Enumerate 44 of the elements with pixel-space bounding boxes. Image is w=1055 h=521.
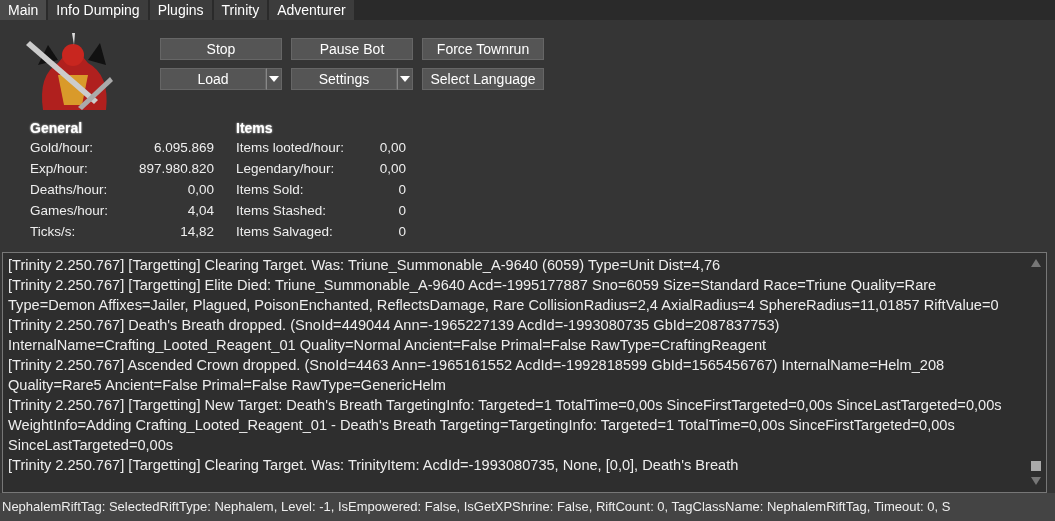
stat-value: 897.980.820 xyxy=(137,161,214,176)
action-button[interactable]: Stop xyxy=(160,38,282,60)
stat-value: 0,00 xyxy=(378,140,406,155)
action-button[interactable]: Pause Bot xyxy=(291,38,413,60)
tab[interactable]: Info Dumping xyxy=(48,0,148,20)
status-bar: NephalemRiftTag: SelectedRiftType: Nephalem, Level: -1, IsEmpowered: False, IsGetXPShrine: False, RiftCount: 0, TagClassName: NephalemRiftTag, Timeout: 0, S xyxy=(0,493,1055,521)
log-entry: [Trinity 2.250.767] [Targetting] New Target: Death's Breath TargetingInfo: Targeted=1 TotalTime=0,00s SinceFirstTargeted=0,00s SinceLastTargeted=0,00s WeightInfo=Adding Crafting_Looted_Reagent_01 - Death's Breath Targeting=TargetingInfo: Targeted=1 TotalTime=0,00s SinceFirstTargeted=0,00s SinceLastTargeted=0,00s xyxy=(8,396,1003,455)
dropdown-button[interactable] xyxy=(266,68,282,90)
log-entry: [Trinity 2.250.767] Ascended Crown dropped. (SnoId=4463 Ann=-1965161552 AcdId=-1992818599 GbId=1565456767) InternalName=Helm_208 Quality=Rare5 Ancient=False Primal=False RawType=GenericHelm xyxy=(8,356,946,395)
stat-label: Gold/hour: xyxy=(30,140,95,155)
log-entry: [Trinity 2.250.767] Death's Breath dropped. (SnoId=449044 Ann=-1965227139 AcdId=-1993080735 GbId=2087837753) InternalName=Crafting_Looted_Reagent_01 Quality=Normal Ancient=False Primal=False RawType=CraftingReagent xyxy=(8,316,781,355)
stat-label: Legendary/hour: xyxy=(236,161,336,176)
tab[interactable]: Plugins xyxy=(149,0,212,20)
tab[interactable]: Main xyxy=(0,0,47,20)
log-entry: [Trinity 2.250.767] [Targetting] Elite Died: Triune_Summonable_A-9640 Acd=-1995177887 Sno=6059 Size=Standard Race=Triune Quality=Rare Type=Demon Affixes=Jailer, Plagued, PoisonEnchanted, ReflectsDamage, Rare CollisionRadius=2,4 AxialRadius=4 SphereRadius=11,01857 RiftValue=0 xyxy=(8,276,1000,315)
stat-label: Games/hour: xyxy=(30,203,110,218)
stat-label: Items Sold: xyxy=(236,182,305,197)
stat-label: Deaths/hour: xyxy=(30,182,109,197)
log-entry: [Trinity 2.250.767] [Targetting] Clearing Target. Was: Triune_Summonable_A-9640 (6059) Type=Unit Dist=4,76 xyxy=(8,256,722,275)
stat-label: Exp/hour: xyxy=(30,161,89,176)
stat-value: 6.095.869 xyxy=(152,140,214,155)
stat-label: Items Stashed: xyxy=(236,203,328,218)
action-button[interactable]: Settings xyxy=(291,68,397,90)
action-button[interactable]: Select Language xyxy=(422,68,544,90)
stat-value: 4,04 xyxy=(186,203,214,218)
action-button[interactable]: Force Townrun xyxy=(422,38,544,60)
stat-label: Items looted/hour: xyxy=(236,140,346,155)
stat-value: 14,82 xyxy=(179,224,214,239)
caret-icon xyxy=(269,76,279,82)
stat-value: 0 xyxy=(397,182,406,197)
tab[interactable]: Trinity xyxy=(213,0,268,20)
section-heading: Items xyxy=(236,120,274,136)
stat-label: Items Salvaged: xyxy=(236,224,334,239)
dropdown-button[interactable] xyxy=(397,68,413,90)
stat-value: 0 xyxy=(397,224,406,239)
stat-value: 0,00 xyxy=(186,182,214,197)
action-button[interactable]: Load xyxy=(160,68,266,90)
stat-label: Ticks/s: xyxy=(30,224,77,239)
stat-value: 0 xyxy=(397,203,406,218)
caret-icon xyxy=(400,76,410,82)
stat-value: 0,00 xyxy=(378,161,406,176)
log-entry: [Trinity 2.250.767] [Targetting] Clearing Target. Was: TrinityItem: AcdId=-1993080735, None, [0,0], Death's Breath xyxy=(8,456,740,475)
section-heading: General xyxy=(30,120,84,136)
tab[interactable]: Adventurer xyxy=(269,0,354,20)
